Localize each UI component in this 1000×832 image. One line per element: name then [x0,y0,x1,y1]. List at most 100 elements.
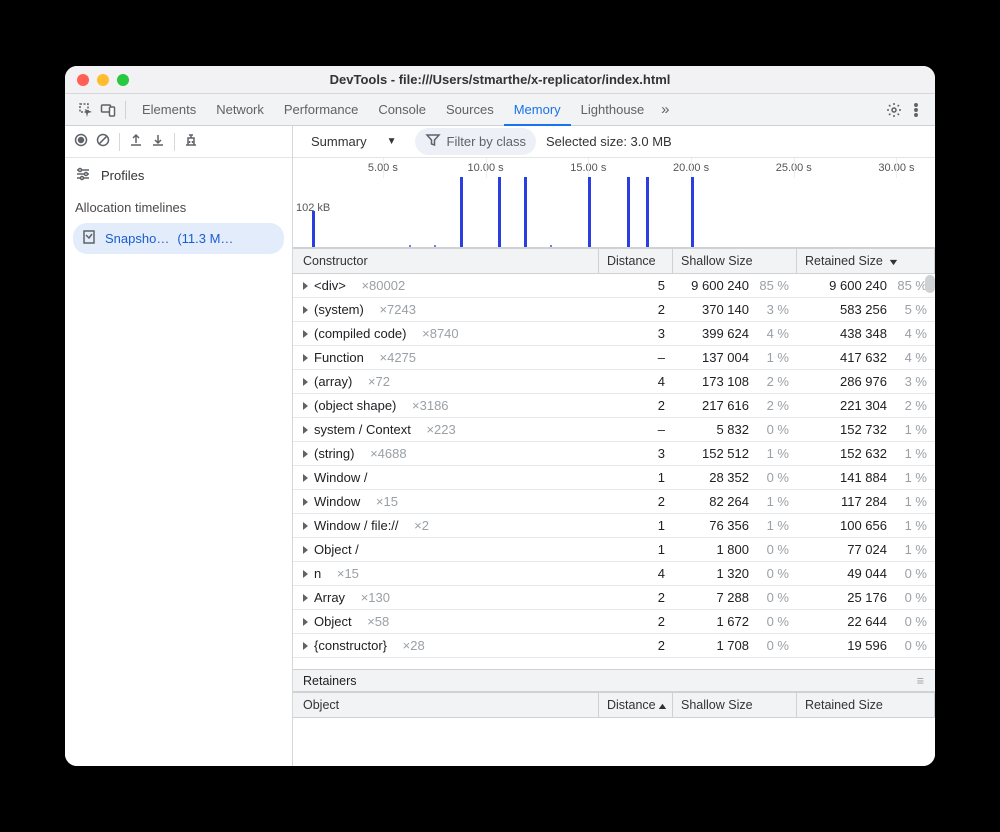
clear-icon[interactable] [95,132,111,151]
scrollbar-thumb[interactable] [925,275,935,293]
cell-retained: 49 044 [847,566,887,581]
minimize-window-button[interactable] [97,74,109,86]
table-row[interactable]: system / Context ×223–5 8320 %152 7321 % [293,418,935,442]
tab-lighthouse[interactable]: Lighthouse [571,93,655,125]
rcol-retained[interactable]: Retained Size [797,693,935,717]
constructor-name: Window / [314,470,367,485]
snapshot-name: Snapsho… [105,231,169,246]
expand-icon[interactable] [303,546,308,554]
cell-distance: 1 [599,470,673,485]
tab-console[interactable]: Console [368,93,436,125]
cell-retained: 583 256 [840,302,887,317]
table-row[interactable]: Window /128 3520 %141 8841 % [293,466,935,490]
tab-memory[interactable]: Memory [504,94,571,126]
rcol-object[interactable]: Object [293,693,599,717]
cell-retained-pct: 2 % [895,398,927,413]
close-window-button[interactable] [77,74,89,86]
snapshot-item[interactable]: Snapsho… (11.3 M… [73,223,284,254]
tab-network[interactable]: Network [206,93,274,125]
expand-icon[interactable] [303,450,308,458]
retainers-menu-icon[interactable]: ≡ [917,674,925,688]
constructor-name: {constructor} [314,638,387,653]
table-row[interactable]: (string) ×46883152 5121 %152 6321 % [293,442,935,466]
expand-icon[interactable] [303,570,308,578]
expand-icon[interactable] [303,474,308,482]
allocation-bar[interactable] [498,177,501,247]
cell-shallow: 7 288 [716,590,749,605]
expand-icon[interactable] [303,522,308,530]
cell-retained: 19 596 [847,638,887,653]
col-shallow[interactable]: Shallow Size [673,249,797,273]
allocation-bar[interactable] [524,177,527,247]
allocation-bar[interactable] [460,177,463,247]
cell-retained-pct: 4 % [895,326,927,341]
allocation-bar[interactable] [627,177,630,247]
table-row[interactable]: (compiled code) ×87403399 6244 %438 3484… [293,322,935,346]
expand-icon[interactable] [303,618,308,626]
table-row[interactable]: Function ×4275–137 0041 %417 6324 % [293,346,935,370]
kebab-menu-icon[interactable] [905,99,927,121]
expand-icon[interactable] [303,426,308,434]
panel-tabbar: ElementsNetworkPerformanceConsoleSources… [65,94,935,126]
expand-icon[interactable] [303,594,308,602]
record-icon[interactable] [73,132,89,151]
col-distance[interactable]: Distance [599,249,673,273]
table-row[interactable]: n ×1541 3200 %49 0440 % [293,562,935,586]
allocation-bar[interactable] [312,211,315,247]
separator [125,101,126,119]
table-row[interactable]: <div> ×8000259 600 24085 %9 600 24085 % [293,274,935,298]
allocation-timeline[interactable]: 5.00 s10.00 s15.00 s20.00 s25.00 s30.00 … [293,158,935,248]
col-retained[interactable]: Retained Size▼ [797,249,935,273]
tab-elements[interactable]: Elements [132,93,206,125]
expand-icon[interactable] [303,306,308,314]
rcol-distance[interactable]: Distance▲ [599,693,673,717]
table-row[interactable]: Object /11 8000 %77 0241 % [293,538,935,562]
device-toolbar-icon[interactable] [97,99,119,121]
expand-icon[interactable] [303,498,308,506]
table-row[interactable]: (object shape) ×31862217 6162 %221 3042 … [293,394,935,418]
delete-icon[interactable] [183,132,199,151]
inspect-icon[interactable] [75,99,97,121]
constructor-grid: Constructor Distance Shallow Size Retain… [293,248,935,766]
cell-shallow-pct: 0 % [757,614,789,629]
expand-icon[interactable] [303,402,308,410]
tab-performance[interactable]: Performance [274,93,368,125]
expand-icon[interactable] [303,330,308,338]
tab-sources[interactable]: Sources [436,93,504,125]
expand-icon[interactable] [303,282,308,290]
sidebar: Profiles Allocation timelines Snapsho… (… [65,126,293,766]
constructor-name: Array [314,590,345,605]
cell-retained: 152 732 [840,422,887,437]
cell-shallow-pct: 85 % [757,278,789,293]
col-constructor[interactable]: Constructor [293,249,599,273]
expand-icon[interactable] [303,378,308,386]
table-row[interactable]: Window ×15282 2641 %117 2841 % [293,490,935,514]
cell-shallow-pct: 2 % [757,374,789,389]
view-dropdown[interactable]: Summary ▼ [303,130,405,153]
class-filter[interactable]: Filter by class [415,128,536,155]
table-row[interactable]: Window / file:// ×2176 3561 %100 6561 % [293,514,935,538]
sort-desc-icon: ▼ [887,257,899,267]
cell-distance: 1 [599,542,673,557]
expand-icon[interactable] [303,642,308,650]
cell-retained: 221 304 [840,398,887,413]
table-row[interactable]: (system) ×72432370 1403 %583 2565 % [293,298,935,322]
sliders-icon [75,166,91,185]
table-row[interactable]: (array) ×724173 1082 %286 9763 % [293,370,935,394]
gear-icon[interactable] [883,99,905,121]
zoom-window-button[interactable] [117,74,129,86]
allocation-bar[interactable] [646,177,649,247]
cell-retained-pct: 0 % [895,566,927,581]
constructor-name: <div> [314,278,346,293]
table-row[interactable]: Array ×13027 2880 %25 1760 % [293,586,935,610]
more-tabs-icon[interactable]: » [654,99,676,121]
profiles-header[interactable]: Profiles [65,158,292,192]
rcol-shallow[interactable]: Shallow Size [673,693,797,717]
upload-icon[interactable] [128,132,144,151]
table-row[interactable]: {constructor} ×2821 7080 %19 5960 % [293,634,935,658]
allocation-bar[interactable] [691,177,694,247]
allocation-bar[interactable] [588,177,591,247]
download-icon[interactable] [150,132,166,151]
table-row[interactable]: Object ×5821 6720 %22 6440 % [293,610,935,634]
expand-icon[interactable] [303,354,308,362]
